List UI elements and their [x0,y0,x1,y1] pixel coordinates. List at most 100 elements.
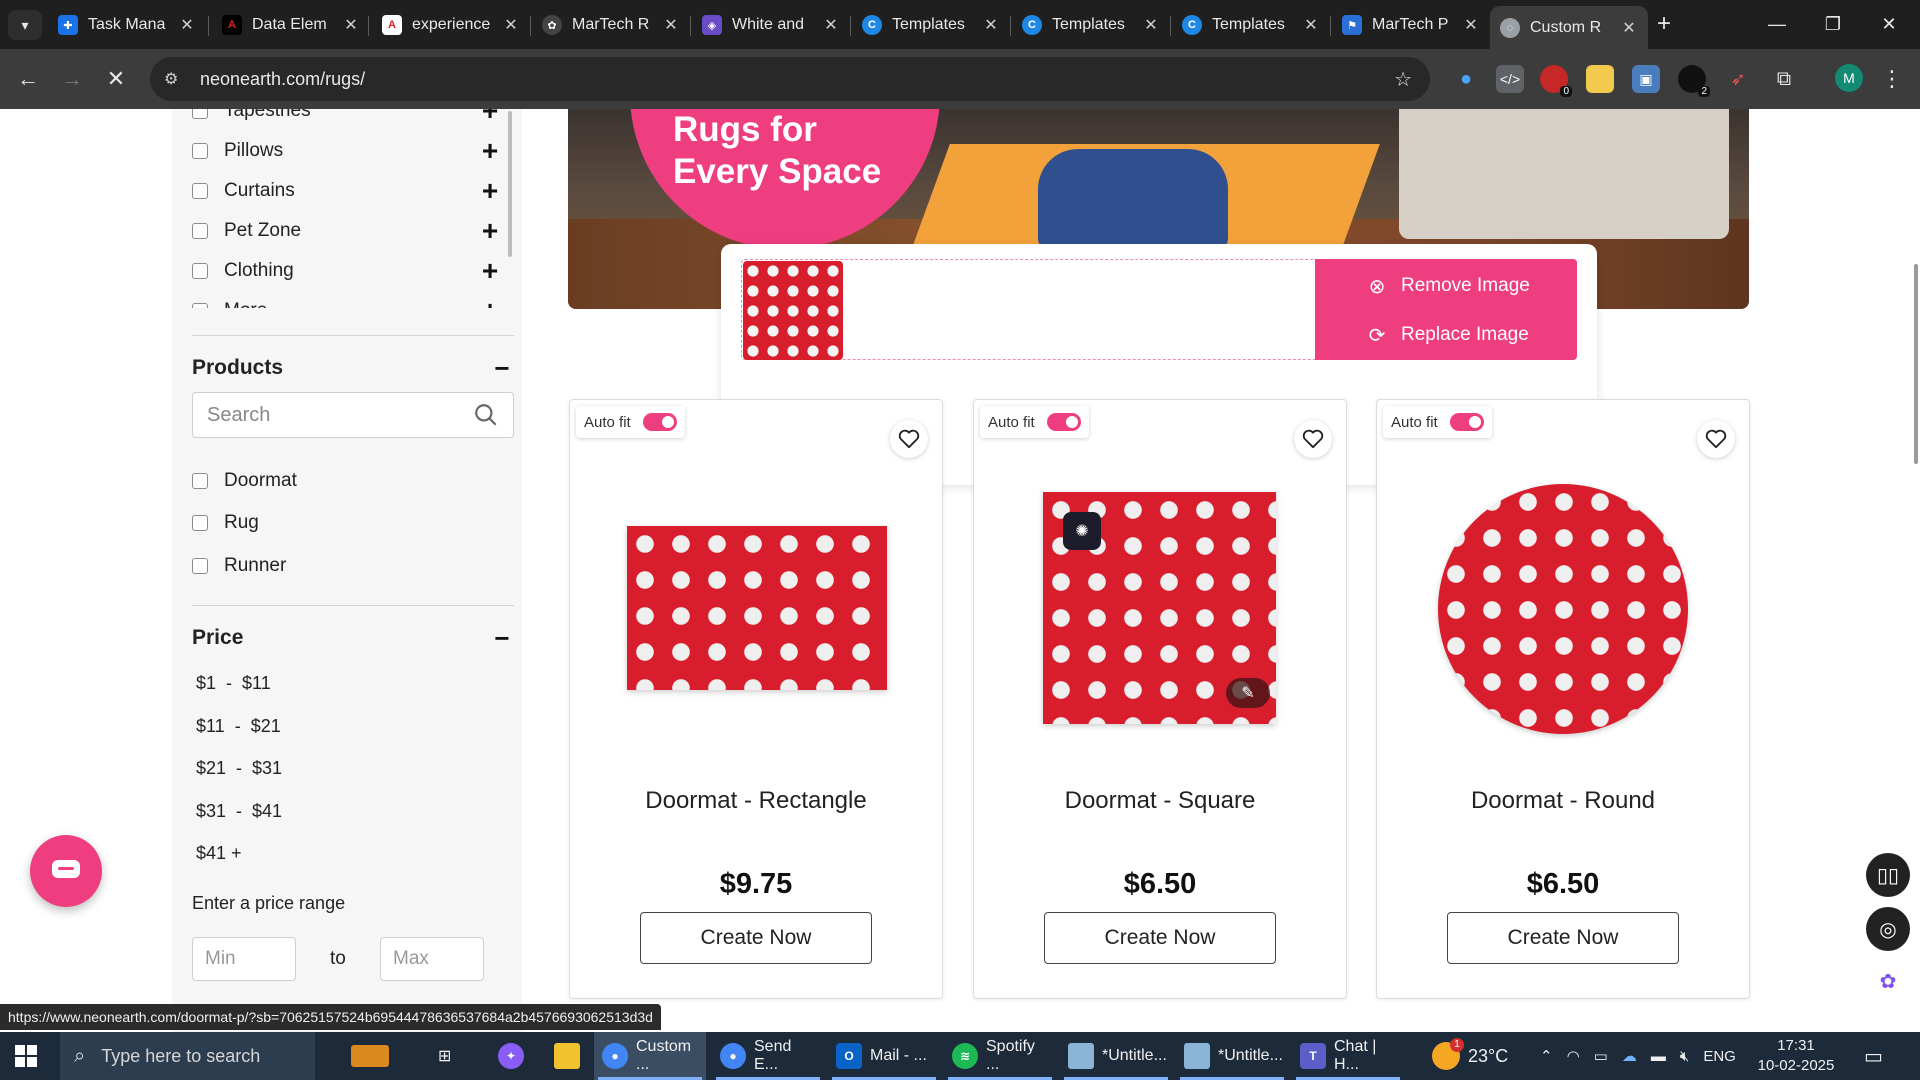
price-range-option[interactable]: $21 - $31 [196,758,282,779]
new-tab-button[interactable]: + [1650,10,1678,38]
product-type-checkbox[interactable] [192,473,208,489]
category-checkbox[interactable] [192,143,208,159]
category-checkbox[interactable] [192,303,208,308]
collapse-minus-icon[interactable]: − [490,353,514,384]
create-now-button[interactable]: Create Now [640,912,872,964]
category-item[interactable]: Curtains + [192,176,502,206]
site-info-icon[interactable]: ⚙ [164,69,188,89]
task-view-button[interactable]: ⊞ [430,1032,459,1080]
collapse-minus-icon[interactable]: − [490,623,514,654]
minimize-button[interactable]: — [1754,8,1800,40]
extension-screen-icon[interactable]: ▣ [1632,65,1660,93]
category-item[interactable]: Tapestries + [192,109,502,126]
product-image-doormat-round[interactable] [1438,484,1688,734]
extension-send-icon[interactable]: ➶ [1724,65,1752,93]
expand-plus-icon[interactable]: + [478,177,502,205]
reader-mode-icon[interactable]: ▯▯ [1866,853,1910,897]
taskbar-file-explorer[interactable] [546,1032,588,1080]
product-search-field[interactable] [192,392,514,438]
price-range-option[interactable]: $11 - $21 [196,716,281,737]
autofit-switch[interactable] [1046,413,1081,431]
tab-close-icon[interactable]: ✕ [502,15,520,35]
expand-plus-icon[interactable]: + [478,297,502,309]
tab-search-button[interactable]: ▾ [8,10,42,40]
price-section-header[interactable]: Price − [192,623,514,653]
product-name[interactable]: Doormat - Round [1377,787,1749,815]
tab-close-icon[interactable]: ✕ [822,15,840,35]
bookmark-star-icon[interactable]: ☆ [1394,67,1412,92]
extension-card-icon[interactable] [1586,65,1614,93]
tab-data-elements[interactable]: A Data Elem ✕ [212,8,370,42]
product-name[interactable]: Doormat - Rectangle [570,787,942,815]
extensions-puzzle-icon[interactable]: ⧉ [1770,65,1798,93]
onedrive-cloud-icon[interactable]: ☁ [1622,1047,1637,1065]
weather-widget[interactable]: 1 23°C [1432,1032,1508,1080]
forward-button[interactable]: → [56,63,88,95]
expand-plus-icon[interactable]: + [478,137,502,165]
battery-icon[interactable]: ▬ [1651,1048,1666,1065]
category-item[interactable]: More + [192,296,502,308]
tab-close-icon[interactable]: ✕ [1620,18,1638,38]
product-search-input[interactable] [207,403,473,427]
taskbar-copilot[interactable]: ✦ [490,1032,532,1080]
stop-loading-button[interactable]: ✕ [100,63,132,95]
tab-templates-3[interactable]: C Templates ✕ [1172,8,1330,42]
tab-task-manager[interactable]: ✚ Task Mana ✕ [48,8,206,42]
address-bar[interactable]: ⚙ neonearth.com/rugs/ ☆ [150,57,1430,101]
replace-image-button[interactable]: ⟳ Replace Image [1365,320,1529,350]
page-scrollbar[interactable] [1914,264,1918,464]
taskbar-briefcase-app[interactable] [326,1032,414,1080]
favorite-button[interactable] [1697,420,1735,458]
extension-record-icon[interactable]: 0 [1540,65,1572,97]
taskbar-app-spotify[interactable]: ≋ Spotify ... [944,1032,1056,1080]
taskbar-app-chrome-custom[interactable]: ● Custom ... [594,1032,706,1080]
windows-start-icon[interactable] [14,1044,38,1068]
price-range-option[interactable]: $1 - $11 [196,673,271,694]
search-icon[interactable] [473,402,499,428]
product-image-doormat-rectangle[interactable] [627,526,887,690]
product-type-checkbox[interactable] [192,515,208,531]
product-name[interactable]: Doormat - Square [974,787,1346,815]
tab-experience[interactable]: A experience ✕ [372,8,530,42]
tab-martech-r[interactable]: ✿ MarTech R ✕ [532,8,690,42]
taskbar-app-notepad-2[interactable]: *Untitle... [1176,1032,1288,1080]
tab-close-icon[interactable]: ✕ [1462,15,1480,35]
tab-close-icon[interactable]: ✕ [1302,15,1320,35]
back-button[interactable]: ← [12,63,44,95]
autofit-switch[interactable] [642,413,677,431]
assistant-icon[interactable]: ✿ [1866,959,1910,1003]
category-item[interactable]: Pillows + [192,136,502,166]
fingerprint-icon[interactable]: ◎ [1866,907,1910,951]
product-type-item[interactable]: Rug [192,508,502,538]
taskbar-app-teams[interactable]: T Chat | H... [1292,1032,1404,1080]
category-item[interactable]: Pet Zone + [192,216,502,246]
taskbar-clock[interactable]: 17:31 10-02-2025 [1756,1036,1836,1076]
price-range-option[interactable]: $31 - $41 [196,801,282,822]
category-checkbox[interactable] [192,183,208,199]
products-section-header[interactable]: Products − [192,353,514,383]
product-type-item[interactable]: Runner [192,551,502,581]
magic-wand-icon[interactable]: ✎ [1226,678,1270,708]
category-checkbox[interactable] [192,263,208,279]
restore-button[interactable]: ❐ [1810,8,1856,40]
max-price-input[interactable] [380,937,484,981]
chat-widget-button[interactable] [30,835,102,907]
extension-ai-icon[interactable]: 2 [1678,65,1710,97]
autofit-switch[interactable] [1449,413,1484,431]
tab-templates-2[interactable]: C Templates ✕ [1012,8,1170,42]
taskbar-app-chrome-send[interactable]: ● Send E... [712,1032,824,1080]
product-type-item[interactable]: Doormat [192,466,502,496]
uploaded-image-dropzone[interactable]: ⊗ Remove Image ⟳ Replace Image [741,259,1577,360]
notification-center-icon[interactable]: ▭ [1864,1032,1883,1080]
tab-close-icon[interactable]: ✕ [342,15,360,35]
taskbar-search[interactable]: ⌕ Type here to search [60,1032,315,1080]
volume-muted-icon[interactable]: 🔇︎ [1680,1048,1689,1065]
category-checkbox[interactable] [192,109,208,119]
min-price-input[interactable] [192,937,296,981]
tab-white-and[interactable]: ◈ White and ✕ [692,8,850,42]
language-indicator[interactable]: ENG [1703,1048,1736,1065]
product-type-checkbox[interactable] [192,558,208,574]
tray-chevron-up-icon[interactable]: ⌃ [1540,1047,1553,1065]
tab-close-icon[interactable]: ✕ [1142,15,1160,35]
tab-custom-rugs[interactable]: ◌ Custom R ✕ [1490,6,1648,49]
